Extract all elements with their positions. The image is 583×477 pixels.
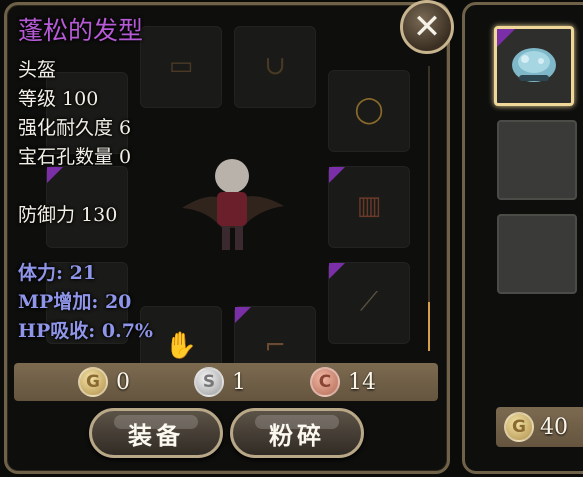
item-gem-slots: 宝石孔数量 0: [18, 146, 132, 168]
item-name: 蓬松的发型: [18, 16, 144, 45]
gold-value: 0: [116, 369, 130, 395]
inventory-slot-empty[interactable]: [497, 120, 577, 200]
close-icon: ✕: [412, 7, 442, 47]
scrollbar-thumb[interactable]: [428, 302, 430, 351]
item-durability: 强化耐久度 6: [18, 117, 132, 139]
item-info: 蓬松的发型 头盔 等级 100 强化耐久度 6 宝石孔数量 0 防御力 130 …: [18, 14, 153, 346]
armor-icon: ▥: [356, 191, 382, 221]
currency-bar: G 0 S 1 C 14: [14, 363, 438, 401]
equip-slot-ring[interactable]: ◯: [328, 70, 410, 152]
inventory-slot-selected[interactable]: [494, 26, 574, 106]
ring-icon: ◯: [354, 95, 384, 125]
gold-coin-icon: G: [78, 367, 108, 397]
item-type: 头盔: [18, 59, 57, 81]
boots-icon: ⌐: [264, 331, 286, 361]
equip-slot-armor[interactable]: ▥: [328, 166, 410, 248]
info-scrollbar[interactable]: [428, 66, 430, 351]
copper-amount: C 14: [310, 365, 376, 399]
side-gold-amount: G 40: [496, 407, 583, 447]
item-level: 等级 100: [18, 88, 99, 110]
silver-amount: S 1: [194, 365, 246, 399]
equip-button[interactable]: 装备: [89, 408, 223, 458]
equip-slot-weapon[interactable]: ⟋: [328, 262, 410, 344]
copper-value: 14: [348, 369, 376, 395]
silver-coin-icon: S: [194, 367, 224, 397]
copper-coin-icon: C: [310, 367, 340, 397]
gold-amount: G 0: [78, 365, 130, 399]
helmet-icon: ▭: [168, 51, 194, 81]
close-button[interactable]: ✕: [400, 0, 454, 54]
item-defense: 防御力 130: [18, 204, 118, 226]
necklace-icon: ∪: [264, 51, 286, 81]
equip-slot-necklace[interactable]: ∪: [234, 26, 316, 108]
stat-line: HP吸收: 0.7%: [18, 320, 153, 342]
character-sprite: [182, 159, 284, 250]
side-gold-value: 40: [540, 414, 568, 440]
stat-line: 体力: 21: [18, 262, 97, 284]
inventory-slot-empty[interactable]: [497, 214, 577, 294]
helmet-icon: [512, 48, 556, 82]
gloves-icon: ✋: [164, 331, 198, 361]
weapon-icon: ⟋: [359, 287, 379, 317]
silver-value: 1: [232, 369, 246, 395]
gold-coin-icon: G: [504, 412, 534, 442]
stat-line: MP增加: 20: [18, 291, 132, 313]
shatter-button[interactable]: 粉碎: [230, 408, 364, 458]
